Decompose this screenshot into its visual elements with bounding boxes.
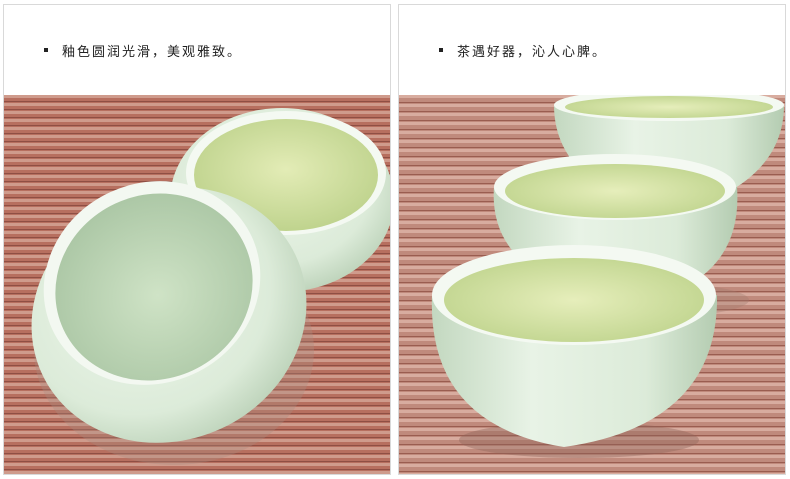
caption-left-text: 釉色圆润光滑，美观雅致。 xyxy=(62,44,243,60)
caption-right: 茶遇好器，沁人心脾。 xyxy=(399,5,785,95)
product-detail-page: 釉色圆润光滑，美观雅致。 茶遇好器，沁人心脾。 xyxy=(0,0,790,479)
bullet-icon xyxy=(44,48,48,52)
product-panel-left: 釉色圆润光滑，美观雅致。 xyxy=(3,4,391,475)
bullet-icon xyxy=(439,48,443,52)
product-photo-left xyxy=(4,95,390,474)
caption-left: 釉色圆润光滑，美观雅致。 xyxy=(4,5,390,95)
product-photo-right xyxy=(399,95,785,474)
caption-right-text: 茶遇好器，沁人心脾。 xyxy=(457,44,608,60)
cups-illustration-right xyxy=(399,95,785,474)
product-panel-right: 茶遇好器，沁人心脾。 xyxy=(398,4,786,475)
cups-illustration-left xyxy=(4,95,390,474)
